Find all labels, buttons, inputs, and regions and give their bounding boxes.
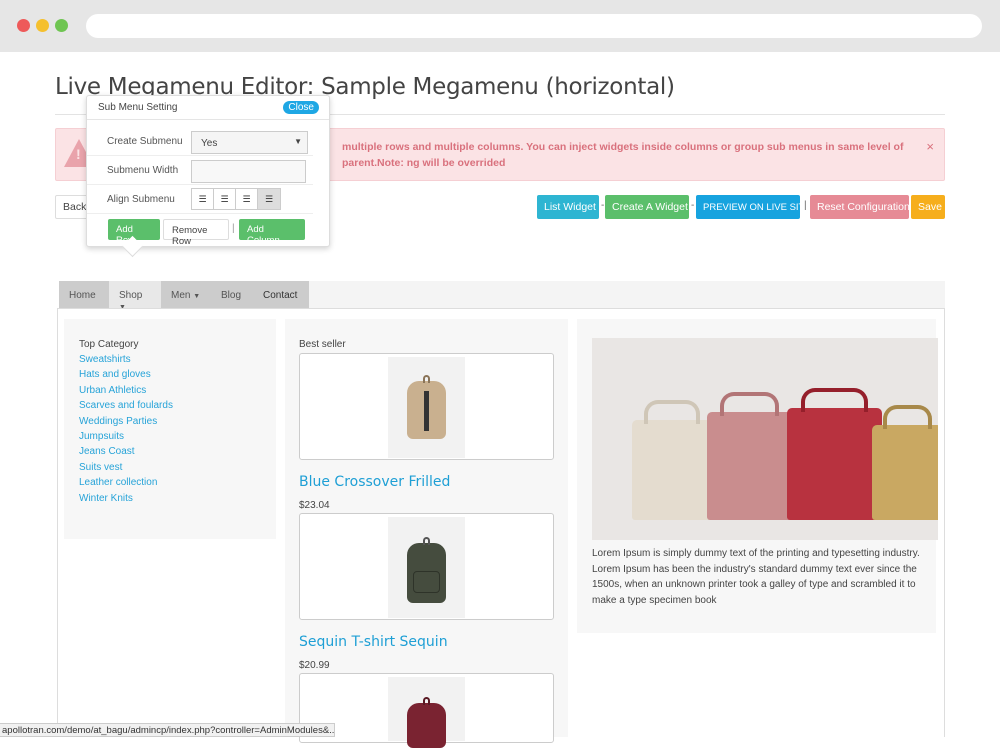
- align-center-icon[interactable]: ☰: [214, 189, 236, 209]
- submenu-settings-popup: Sub Menu Setting Close Create Submenu Ye…: [86, 95, 330, 247]
- category-link[interactable]: Urban Athletics: [79, 385, 173, 400]
- preview-live-site-button[interactable]: PREVIEW ON LIVE SITE: [696, 195, 811, 219]
- handbag-handle: [719, 392, 780, 416]
- separator: |: [232, 223, 235, 234]
- create-widget-button[interactable]: Create A Widget: [605, 195, 689, 219]
- category-column[interactable]: Top Category Sweatshirts Hats and gloves…: [64, 319, 276, 539]
- align-right-icon[interactable]: ☰: [236, 189, 258, 209]
- category-link[interactable]: Scarves and foulards: [79, 400, 173, 415]
- backpack-handle: [423, 697, 430, 705]
- create-submenu-value: Yes: [201, 138, 218, 149]
- handbag-gold: [872, 405, 938, 520]
- align-button-group: ☰ ☰ ☰ ☰: [191, 188, 281, 210]
- menu-item-shop-label: Shop: [119, 290, 143, 301]
- handbag-cream: [632, 400, 712, 520]
- add-row-button[interactable]: Add Row: [108, 219, 160, 246]
- remove-row-button[interactable]: Remove Row: [163, 219, 229, 247]
- backpack-image: [407, 697, 446, 748]
- reset-configuration-button[interactable]: Reset Configuration: [810, 195, 910, 219]
- backpack-handle: [423, 537, 430, 545]
- category-link[interactable]: Winter Knits: [79, 493, 173, 508]
- menu-item-men[interactable]: Men ▼: [161, 281, 211, 308]
- bestseller-title: Best seller: [299, 339, 346, 350]
- submenu-width-input[interactable]: [191, 160, 306, 183]
- popup-header: Sub Menu Setting Close: [87, 96, 329, 120]
- backpack-image: [407, 537, 446, 603]
- popup-title: Sub Menu Setting: [98, 102, 178, 113]
- handbag-handle: [644, 400, 700, 424]
- product-name[interactable]: Sequin T-shirt Sequin: [299, 634, 448, 650]
- browser-chrome: [0, 0, 1000, 52]
- status-bar-url: apollotran.com/demo/at_bagu/admincp/inde…: [0, 723, 335, 737]
- save-button[interactable]: Save: [911, 195, 945, 219]
- category-link[interactable]: Jumpsuits: [79, 431, 173, 446]
- product-image-box[interactable]: [299, 673, 554, 748]
- maximize-window-icon[interactable]: [55, 19, 68, 32]
- align-justify-icon[interactable]: ☰: [258, 189, 280, 209]
- warning-icon-mark: !: [76, 146, 81, 162]
- category-link[interactable]: Hats and gloves: [79, 369, 173, 384]
- list-widget-button[interactable]: List Widget: [537, 195, 599, 219]
- dropdown-arrow-icon: ▼: [294, 137, 302, 146]
- create-submenu-select[interactable]: Yes ▼: [191, 131, 308, 154]
- menu-item-home[interactable]: Home: [59, 281, 109, 308]
- category-title: Top Category: [79, 339, 139, 350]
- align-submenu-label: Align Submenu: [107, 194, 175, 205]
- category-link[interactable]: Leather collection: [79, 477, 173, 492]
- handbag-handle: [882, 405, 932, 429]
- align-submenu-row: Align Submenu ☰ ☰ ☰ ☰: [87, 185, 313, 214]
- handbag-pink: [707, 392, 792, 520]
- submenu-width-row: Submenu Width: [87, 156, 313, 185]
- alert-close-icon[interactable]: ×: [926, 139, 934, 154]
- separator: |: [804, 200, 807, 211]
- menu-item-contact[interactable]: Contact: [253, 281, 309, 308]
- handbags-image: [592, 338, 938, 540]
- feature-description: Lorem Ipsum is simply dummy text of the …: [592, 548, 920, 606]
- product-image-box[interactable]: [299, 513, 554, 620]
- bestseller-column[interactable]: Best seller Blue Crossover Frilled $23.0…: [285, 319, 568, 748]
- backpack-image: [407, 375, 446, 439]
- backpack-stripe: [424, 391, 429, 431]
- category-link[interactable]: Jeans Coast: [79, 446, 173, 461]
- menu-item-blog[interactable]: Blog: [211, 281, 253, 308]
- align-left-icon[interactable]: ☰: [192, 189, 214, 209]
- menu-item-shop[interactable]: Shop ▼: [109, 281, 161, 311]
- separator: -: [691, 200, 695, 211]
- product-price: $23.04: [299, 500, 330, 511]
- feature-column[interactable]: Lorem Ipsum is simply dummy text of the …: [577, 319, 938, 633]
- close-window-icon[interactable]: [17, 19, 30, 32]
- handbag-handle: [801, 388, 868, 412]
- category-list: Sweatshirts Hats and gloves Urban Athlet…: [79, 354, 173, 508]
- separator: -: [601, 200, 605, 211]
- caret-down-icon: ▼: [193, 293, 201, 300]
- address-bar[interactable]: [86, 14, 982, 38]
- product-image: [388, 357, 465, 458]
- alert-text: multiple rows and multiple columns. You …: [342, 141, 904, 169]
- product-price: $20.99: [299, 660, 330, 671]
- product-image-box[interactable]: [299, 353, 554, 460]
- handbag-red: [787, 388, 882, 520]
- create-submenu-row: Create Submenu Yes ▼: [87, 127, 313, 156]
- submenu-width-label: Submenu Width: [107, 165, 179, 176]
- category-link[interactable]: Sweatshirts: [79, 354, 173, 369]
- product-image: [388, 677, 465, 748]
- minimize-window-icon[interactable]: [36, 19, 49, 32]
- backpack-handle: [423, 375, 430, 383]
- megamenu-bar: Home Shop ▼ Men ▼ Blog Contact: [59, 281, 945, 311]
- product-image: [388, 517, 465, 618]
- add-column-button[interactable]: Add Column: [239, 219, 305, 246]
- menu-item-men-label: Men: [171, 290, 191, 301]
- category-link[interactable]: Suits vest: [79, 462, 173, 477]
- backpack-pocket: [413, 571, 440, 593]
- product-name[interactable]: Blue Crossover Frilled: [299, 474, 450, 490]
- category-link[interactable]: Weddings Parties: [79, 416, 173, 431]
- popup-close-button[interactable]: Close: [283, 101, 319, 114]
- create-submenu-label: Create Submenu: [107, 136, 183, 147]
